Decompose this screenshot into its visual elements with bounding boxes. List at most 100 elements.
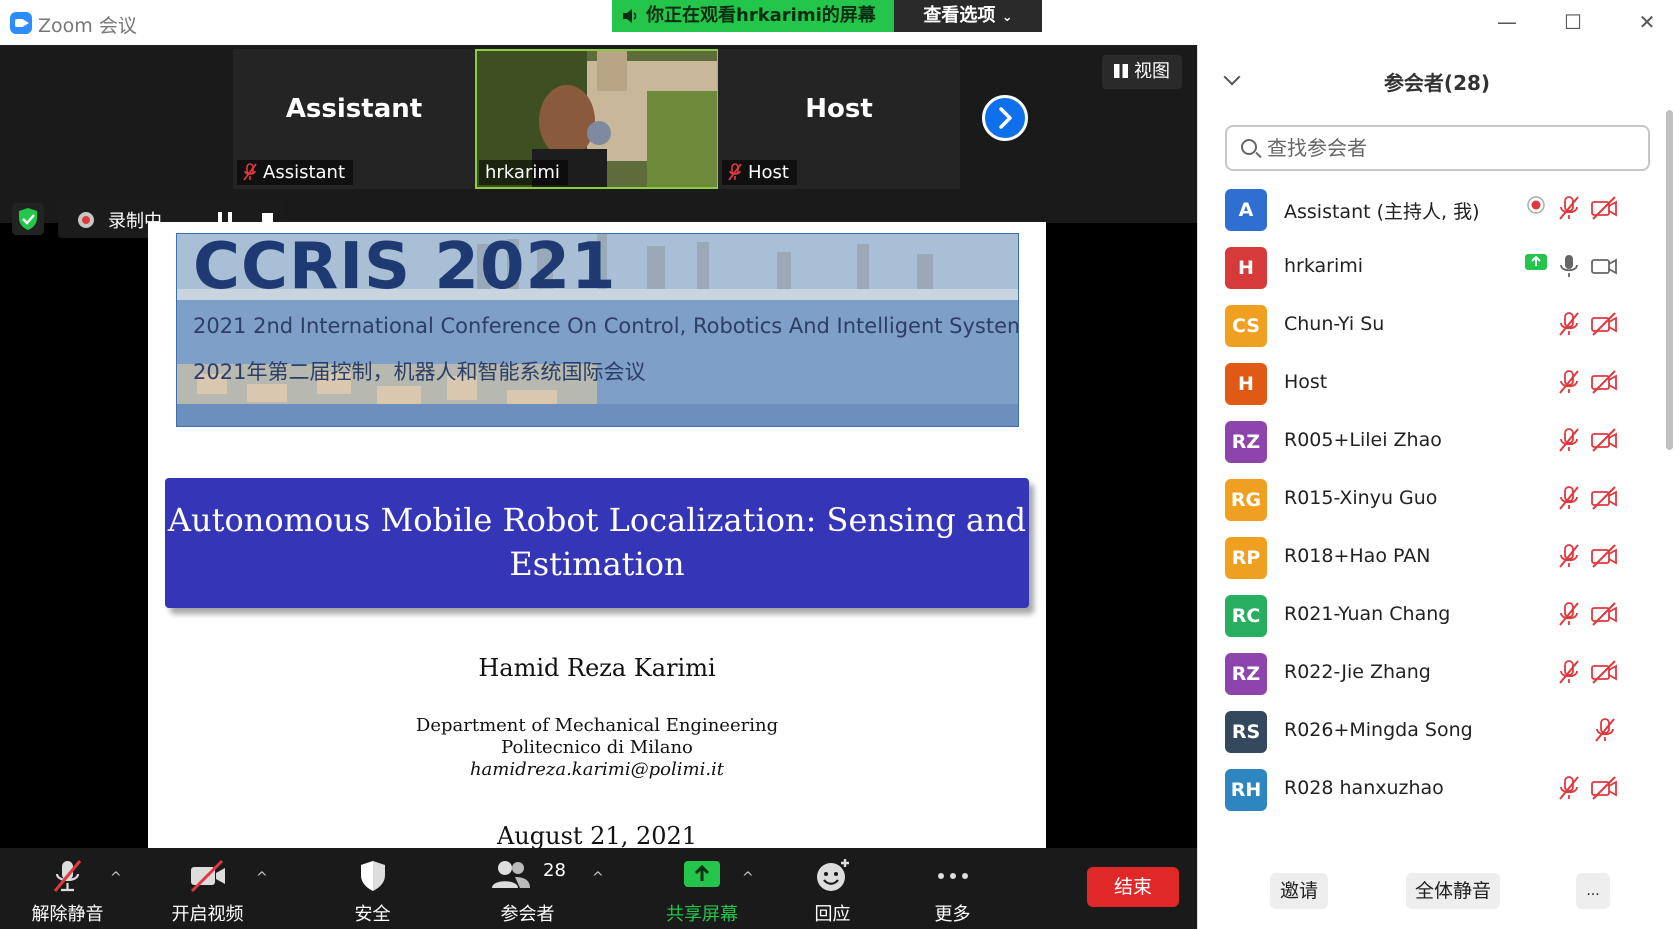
mic-muted-icon[interactable] [1558,485,1580,515]
mic-muted-icon[interactable] [1594,717,1616,747]
video-tile-hrkarimi[interactable]: hrkarimi [475,49,719,189]
avatar: H [1225,363,1267,405]
participant-row[interactable]: RH R028 hanxuzhao [1198,761,1666,819]
mic-muted-icon[interactable] [1558,659,1580,689]
meeting-toolbar: 解除静音 ^ 开启视频 ^ 安全 28 参会者 ^ 共享屏幕 ^ 回应 更多 [0,848,1197,929]
close-button[interactable]: ✕ [1626,4,1668,40]
participant-row[interactable]: RZ R005+Lilei Zhao [1198,413,1666,471]
search-icon [1241,139,1257,155]
next-page-button[interactable] [982,95,1028,141]
participant-row[interactable]: Hhrkarimi [1198,239,1666,297]
participant-row[interactable]: CS Chun-Yi Su [1198,297,1666,355]
mic-muted-icon[interactable] [1558,543,1580,573]
participant-name: R028 hanxuzhao [1284,777,1444,799]
video-tile-host[interactable]: Host Host [718,49,960,189]
avatar: RZ [1225,653,1267,695]
participant-row[interactable]: H Host [1198,355,1666,413]
avatar: RC [1225,595,1267,637]
participants-count: 28 [543,860,566,881]
video-off-icon[interactable] [1590,543,1618,573]
video-off-icon[interactable] [1590,195,1618,225]
participants-options-caret[interactable]: ^ [592,870,604,886]
share-options-caret[interactable]: ^ [742,870,754,886]
reactions-button[interactable]: 回应 [790,848,875,929]
participant-search-input[interactable]: 查找参会者 [1225,125,1650,171]
video-icon[interactable] [1590,253,1618,283]
video-off-icon[interactable] [1590,369,1618,399]
video-off-icon[interactable] [1590,485,1618,515]
more-options-button[interactable]: ... [1576,873,1610,909]
participant-row[interactable]: RZ R022-Jie Zhang [1198,645,1666,703]
mic-icon[interactable] [1558,253,1580,283]
viewing-screen-text: 你正在观看hrkarimi的屏幕 [646,5,876,26]
panel-scrollbar[interactable] [1666,110,1673,450]
participants-panel: 参会者(28) 查找参会者 A Assistant (主持人, 我) Hhrkari… [1197,45,1675,929]
zoom-app: Zoom 会议 — ☐ ✕ 你正在观看hrkarimi的屏幕 查看选项 ⌄ As… [0,0,1675,929]
view-layout-button[interactable]: 视图 [1102,55,1182,89]
participant-name: R026+Mingda Song [1284,719,1473,741]
unmute-button[interactable]: 解除静音 [20,848,115,929]
minimize-button[interactable]: — [1486,4,1528,40]
participant-row[interactable]: RG R015-Xinyu Guo [1198,471,1666,529]
grid-icon [1114,64,1128,78]
participant-name: Assistant (主持人, 我) [1284,201,1480,223]
video-off-icon[interactable] [1590,427,1618,457]
window-title: Zoom 会议 [38,15,137,37]
participant-row[interactable]: RP R018+Hao PAN [1198,529,1666,587]
start-video-button[interactable]: 开启视频 [160,848,255,929]
zoom-logo-icon [10,12,32,34]
participant-name: R005+Lilei Zhao [1284,429,1442,451]
tile-label-text: Host [748,162,789,183]
slide-email: hamidreza.karimi@polimi.it [469,759,725,780]
participant-row[interactable]: A Assistant (主持人, 我) [1198,181,1666,239]
tile-name: Host [805,94,873,124]
mic-muted-icon[interactable] [1558,775,1580,805]
chevron-right-icon [999,107,1012,129]
mute-all-button[interactable]: 全体静音 [1406,873,1500,909]
slide-date: August 21, 2021 [496,822,698,848]
participant-name: R021-Yuan Chang [1284,603,1451,625]
security-button[interactable]: 安全 [330,848,415,929]
video-off-icon[interactable] [1590,601,1618,631]
speaker-icon [623,9,637,23]
shield-icon [360,861,385,891]
tile-label: Host [722,160,797,185]
video-options-caret[interactable]: ^ [256,870,268,886]
mic-muted-icon[interactable] [1558,195,1580,225]
video-off-icon[interactable] [1590,775,1618,805]
tile-name: Assistant [285,94,423,124]
share-screen-label: 共享屏幕 [666,904,738,925]
more-button[interactable]: 更多 [910,848,995,929]
avatar: H [1225,247,1267,289]
participant-row[interactable]: RC R021-Yuan Chang [1198,587,1666,645]
mic-muted-icon[interactable] [1558,369,1580,399]
unmute-label: 解除静音 [31,904,104,925]
tile-label: hrkarimi [479,160,568,185]
mic-muted-icon[interactable] [1558,427,1580,457]
view-options-button[interactable]: 查看选项 ⌄ [894,0,1042,32]
tile-label-text: Assistant [263,162,346,183]
share-screen-button[interactable]: 共享屏幕 [652,848,752,929]
mic-muted-icon[interactable] [1558,311,1580,341]
participants-panel-title: 参会者(28) [1383,71,1491,95]
video-off-icon[interactable] [1590,311,1618,341]
mic-muted-icon[interactable] [1558,601,1580,631]
participant-row[interactable]: RS R026+Mingda Song [1198,703,1666,761]
recording-icon [1526,195,1546,219]
participant-name: Chun-Yi Su [1284,313,1385,335]
video-off-icon[interactable] [1590,659,1618,689]
end-meeting-button[interactable]: 结束 [1087,867,1179,907]
more-dots-icon [937,873,968,879]
participants-button[interactable]: 28 参会者 [485,848,570,929]
video-tile-assistant[interactable]: Assistant Assistant [233,49,475,189]
avatar: CS [1225,305,1267,347]
invite-button[interactable]: 邀请 [1270,873,1328,909]
banner-subtitle-en: 2021 2nd International Conference On Con… [193,314,1019,338]
audio-options-caret[interactable]: ^ [110,870,122,886]
share-screen-icon [684,861,720,887]
reactions-label: 回应 [814,904,851,925]
maximize-button[interactable]: ☐ [1552,4,1594,40]
avatar: RS [1225,711,1267,753]
security-shield-icon[interactable] [12,203,44,235]
view-layout-label: 视图 [1134,61,1170,82]
